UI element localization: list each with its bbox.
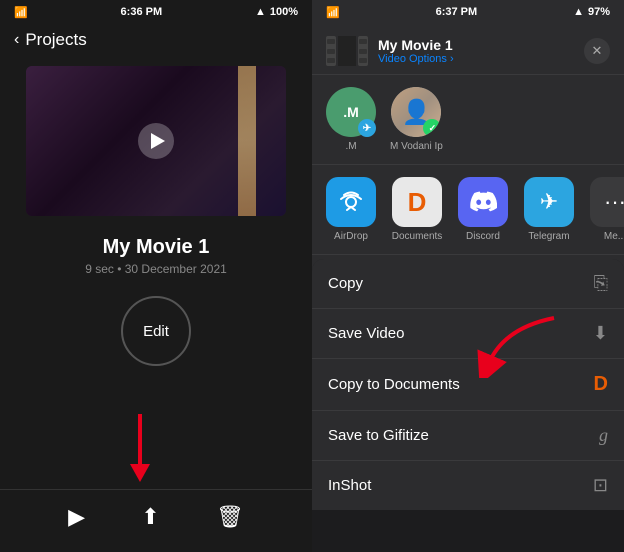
action-copy[interactable]: Copy ⎘ [312, 259, 624, 309]
delete-toolbar-icon[interactable]: 🗑 [216, 504, 244, 530]
arrow-head [130, 464, 150, 482]
telegram-label: Telegram [528, 231, 569, 242]
copy-documents-icon: D [594, 373, 608, 396]
contact-item[interactable]: .M ✈ .M [326, 87, 376, 152]
share-sheet-title: My Movie 1 [378, 37, 584, 53]
status-icons-right: 📶 [326, 6, 340, 19]
app-airdrop[interactable]: AirDrop [326, 177, 376, 242]
signal-icon: ▲ [255, 6, 266, 18]
share-header: My Movie 1 Video Options › ✕ [312, 24, 624, 75]
save-gifitize-icon: g [599, 425, 608, 446]
copy-documents-label: Copy to Documents [328, 376, 460, 393]
nav-title[interactable]: Projects [25, 30, 86, 50]
battery-icons-left: ▲ 100% [255, 6, 298, 18]
more-label: Me... [604, 231, 624, 242]
status-bar-right: 📶 6:37 PM ▲ 97% [312, 0, 624, 24]
play-triangle-icon [151, 133, 165, 149]
contact-avatar-v: 👤 ✓ [391, 87, 441, 137]
app-telegram[interactable]: ✈ Telegram [524, 177, 574, 242]
contact-v-name: M Vodani Ip [390, 141, 443, 152]
action-save-video[interactable]: Save Video ⬇ [312, 309, 624, 359]
save-gifitize-label: Save to Gifitize [328, 427, 429, 444]
movie-meta: 9 sec • 30 December 2021 [0, 262, 312, 276]
documents-icon: D [392, 177, 442, 227]
action-copy-documents[interactable]: Copy to Documents D [312, 359, 624, 411]
copy-label: Copy [328, 275, 363, 292]
status-icons-left: 📶 [14, 6, 28, 19]
airdrop-label: AirDrop [334, 231, 368, 242]
more-icon: ··· [590, 177, 624, 227]
battery-right: ▲ 97% [573, 6, 610, 18]
copy-icon: ⎘ [594, 273, 608, 294]
contact-m-initial: .M [343, 104, 359, 120]
contact-m-name: .M [345, 141, 356, 152]
red-arrow-down-left [130, 414, 150, 482]
bottom-toolbar: ▶ ⬆ 🗑 [0, 489, 312, 552]
airdrop-icon [326, 177, 376, 227]
discord-label: Discord [466, 231, 500, 242]
telegram-badge: ✈ [358, 119, 376, 137]
share-sheet: My Movie 1 Video Options › ✕ .M ✈ .M 👤 ✓ [312, 24, 624, 552]
inshot-icon: ⊡ [593, 475, 608, 496]
app-more[interactable]: ··· Me... [590, 177, 624, 242]
nav-bar-left: ‹ Projects [0, 24, 312, 56]
telegram-app-icon: ✈ [524, 177, 574, 227]
save-video-icon: ⬇ [593, 323, 608, 344]
film-strip-icon [326, 36, 368, 66]
play-toolbar-icon[interactable]: ▶ [68, 504, 85, 530]
action-save-gifitize[interactable]: Save to Gifitize g [312, 411, 624, 461]
edit-button[interactable]: Edit [121, 296, 191, 366]
status-bar-left: 📶 6:36 PM ▲ 100% [0, 0, 312, 24]
back-arrow-icon[interactable]: ‹ [14, 31, 19, 49]
whatsapp-badge: ✓ [423, 119, 441, 137]
thumbnail-strip [238, 66, 256, 216]
movie-title: My Movie 1 [0, 236, 312, 259]
location-icon: ▲ [573, 6, 584, 18]
action-list: Copy ⎘ Save Video ⬇ Copy to Documents D … [312, 259, 624, 552]
discord-icon [458, 177, 508, 227]
right-panel: 📶 6:37 PM ▲ 97% [312, 0, 624, 552]
battery-right-val: 97% [588, 6, 610, 18]
share-sheet-subtitle: Video Options › [378, 53, 584, 65]
arrow-shaft [138, 414, 142, 464]
contact-avatar-m: .M ✈ [326, 87, 376, 137]
video-thumbnail[interactable] [26, 66, 286, 216]
left-panel: 📶 6:36 PM ▲ 100% ‹ Projects My Movie 1 9… [0, 0, 312, 552]
share-header-text: My Movie 1 Video Options › [378, 37, 584, 65]
wifi-icon: 📶 [14, 6, 28, 19]
documents-label: Documents [392, 231, 443, 242]
app-discord[interactable]: Discord [458, 177, 508, 242]
time-right: 6:37 PM [436, 6, 478, 18]
battery-left: 100% [270, 6, 298, 18]
options-link[interactable]: Options › [409, 53, 454, 65]
action-inshot[interactable]: InShot ⊡ [312, 461, 624, 510]
video-label: Video [378, 53, 406, 65]
wifi-right-icon: 📶 [326, 6, 340, 19]
time-left: 6:36 PM [121, 6, 163, 18]
share-toolbar-icon[interactable]: ⬆ [141, 504, 159, 530]
contacts-row: .M ✈ .M 👤 ✓ M Vodani Ip [312, 75, 624, 165]
play-button[interactable] [138, 123, 174, 159]
share-close-button[interactable]: ✕ [584, 38, 610, 64]
app-documents[interactable]: D Documents [392, 177, 442, 242]
inshot-label: InShot [328, 477, 371, 494]
contact-item-v[interactable]: 👤 ✓ M Vodani Ip [390, 87, 443, 152]
edit-button-wrap: Edit [0, 296, 312, 366]
save-video-label: Save Video [328, 325, 404, 342]
movie-info: My Movie 1 9 sec • 30 December 2021 [0, 226, 312, 282]
apps-row: AirDrop D Documents Discord ✈ Telegram ·… [312, 165, 624, 255]
